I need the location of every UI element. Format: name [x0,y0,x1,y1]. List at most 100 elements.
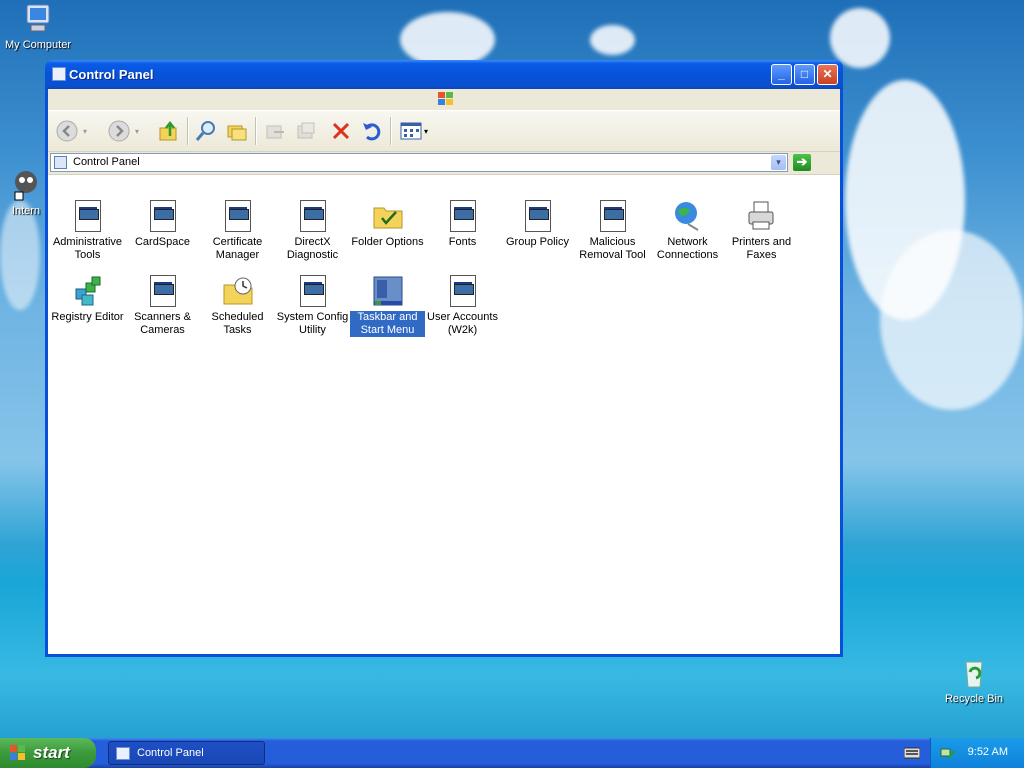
control-panel-item[interactable]: Scanners & Cameras [125,275,200,337]
control-panel-item-label: CardSpace [134,236,191,248]
directx-diagnostic-icon [297,200,329,232]
control-panel-item[interactable]: User Accounts (W2k) [425,275,500,337]
cloud [400,12,495,67]
back-button[interactable] [54,119,80,143]
recycle-bin-icon [957,656,991,690]
toolbar-separator [255,117,257,145]
close-button[interactable]: ✕ [817,64,838,85]
system-config-utility-icon [297,275,329,307]
control-panel-icon [116,747,130,760]
taskbar: start Control Panel 9:52 AM [0,738,1024,768]
control-panel-item[interactable]: Printers and Faxes [724,200,799,262]
minimize-button[interactable]: _ [771,64,792,85]
undo-icon [363,123,381,141]
control-panel-item-label: Registry Editor [51,311,124,323]
control-panel-item-label: Certificate Manager [212,236,263,261]
copy-to-button[interactable] [293,119,319,143]
back-icon [56,120,78,142]
cloud [830,8,890,68]
forward-dropdown-icon[interactable]: ▾ [132,119,142,143]
views-button[interactable]: ▾ [396,119,432,143]
start-label: start [33,743,70,762]
administrative-tools-icon [72,200,104,232]
fonts-icon [447,200,479,232]
windows-logo-icon [10,745,26,761]
control-panel-item-label: Scheduled Tasks [211,311,264,336]
menu-bar [48,89,840,111]
internet-icon [9,168,43,202]
back-dropdown-icon[interactable]: ▾ [80,119,90,143]
control-panel-item-label: Fonts [448,236,477,248]
move-to-button[interactable] [262,119,288,143]
control-panel-item[interactable]: Network Connections [650,200,725,262]
control-panel-item-label: Network Connections [656,236,719,261]
forward-icon [108,120,130,142]
control-panel-item[interactable]: Certificate Manager [200,200,275,262]
control-panel-item[interactable]: Group Policy [500,200,575,249]
group-policy-icon [522,200,554,232]
control-panel-item-label: Folder Options [351,236,424,248]
toolbar-separator [187,117,189,145]
move-to-icon [266,125,284,139]
control-panel-window: Control Panel _ □ ✕ ▾ ▾ ▾ Control Panel … [45,60,843,657]
control-panel-item[interactable]: Taskbar and Start Menu [350,275,425,337]
clock: 9:52 AM [967,746,1008,758]
address-dropdown-icon[interactable]: ▾ [771,155,786,170]
desktop-icon-label: Intern [11,205,41,217]
control-panel-item[interactable]: Folder Options [350,200,425,249]
desktop-icon-my-computer[interactable]: My Computer [0,2,76,51]
cloud [590,25,635,55]
title-bar[interactable]: Control Panel _ □ ✕ [45,60,843,89]
control-panel-icon [54,156,67,169]
toolbar: ▾ ▾ ▾ [48,111,840,152]
user-accounts-icon [447,275,479,307]
window-title: Control Panel [69,67,154,82]
address-field[interactable]: Control Panel ▾ [50,153,788,172]
views-dropdown-icon: ▾ [423,126,428,136]
cloud [880,230,1024,410]
start-button[interactable]: start [0,738,96,768]
address-bar: Control Panel ▾ ➔ [48,152,840,175]
maximize-button[interactable]: □ [794,64,815,85]
forward-button[interactable] [106,119,132,143]
taskbar-item-control-panel[interactable]: Control Panel [108,741,265,765]
system-tray: 9:52 AM [930,738,1024,768]
delete-icon [332,122,350,140]
malicious-removal-tool-icon [597,200,629,232]
control-panel-item-label: DirectX Diagnostic [286,236,339,261]
undo-button[interactable] [358,119,384,143]
control-panel-item-label: Printers and Faxes [731,236,792,261]
control-panel-item[interactable]: Registry Editor [50,275,125,324]
registry-editor-icon [72,275,104,307]
network-tray-icon[interactable] [940,745,956,761]
control-panel-item[interactable]: Fonts [425,200,500,249]
control-panel-item[interactable]: CardSpace [125,200,200,249]
search-button[interactable] [193,119,219,143]
control-panel-item[interactable]: System Config Utility [275,275,350,337]
search-icon [195,121,215,141]
up-folder-icon [159,120,177,141]
control-panel-item[interactable]: Scheduled Tasks [200,275,275,337]
control-panel-item-label: Administrative Tools [52,236,123,261]
scheduled-tasks-icon [222,275,254,307]
control-panel-item-label: User Accounts (W2k) [427,311,498,336]
address-text: Control Panel [73,156,140,168]
delete-button[interactable] [328,119,354,143]
cardspace-icon [147,200,179,232]
windows-logo-icon [437,91,455,107]
desktop-icon-recycle-bin[interactable]: Recycle Bin [936,656,1012,705]
control-panel-item[interactable]: DirectX Diagnostic [275,200,350,262]
desktop-icon-label: My Computer [4,39,72,51]
control-panel-item[interactable]: Administrative Tools [50,200,125,262]
keyboard-icon[interactable] [903,747,921,759]
network-connections-icon [672,200,704,232]
printers-faxes-icon [746,200,778,232]
control-panel-item[interactable]: Malicious Removal Tool [575,200,650,262]
folders-button[interactable] [224,119,250,143]
folder-options-icon [372,200,404,232]
views-icon [400,122,422,140]
control-panel-item-label: Scanners & Cameras [134,311,191,336]
up-folder-button[interactable] [156,119,182,143]
go-button[interactable]: ➔ [793,154,811,171]
scanners-cameras-icon [147,275,179,307]
